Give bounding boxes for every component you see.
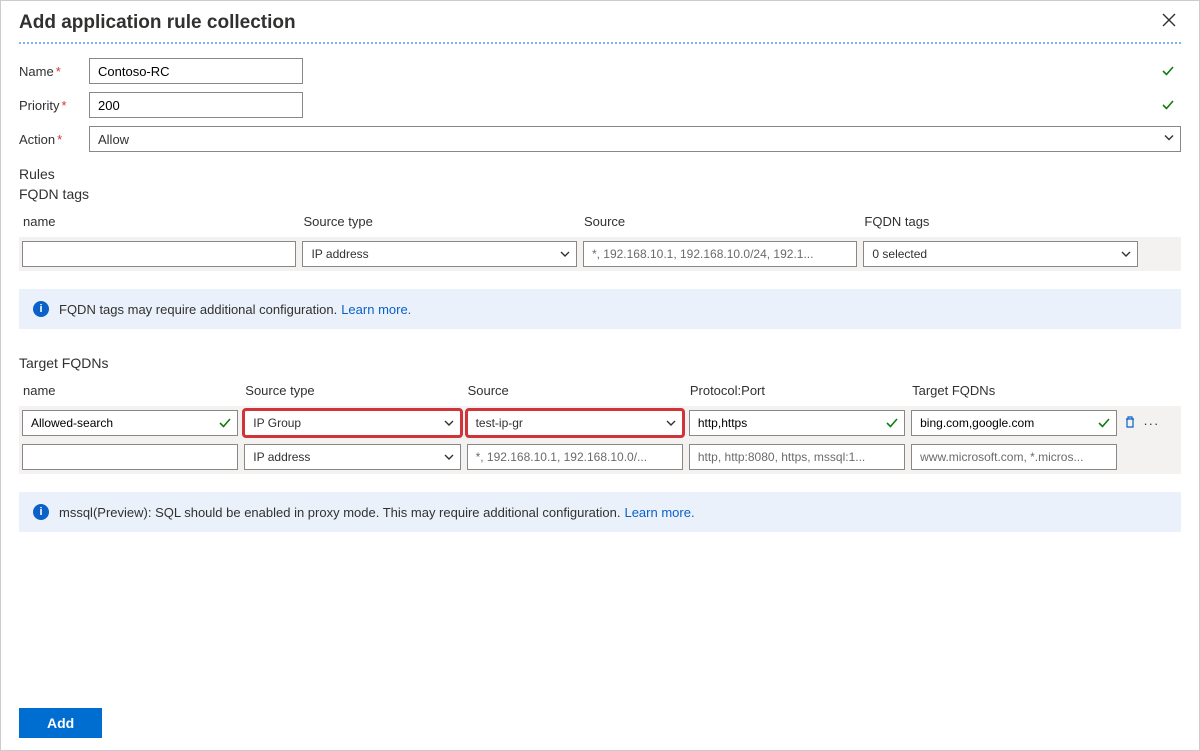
panel-title: Add application rule collection [19, 12, 296, 34]
tf-name-input[interactable] [22, 410, 238, 436]
row-priority: Priority* [19, 92, 1181, 118]
fqdn-tags-new-row: IP address 0 selected [19, 237, 1181, 271]
fqdntags-sourcetype-select[interactable]: IP address [302, 241, 576, 267]
tf-name-input[interactable] [22, 444, 238, 470]
info-mssql: i mssql(Preview): SQL should be enabled … [19, 492, 1181, 532]
tf-sourcetype-select[interactable]: IP Group [244, 410, 460, 436]
target-fqdns-heading: Target FQDNs [19, 355, 1181, 371]
tf-sourcetype-select[interactable]: IP address [244, 444, 460, 470]
tf-proto-input[interactable] [689, 410, 905, 436]
add-button[interactable]: Add [19, 708, 102, 738]
info-fqdn-tags: i FQDN tags may require additional confi… [19, 289, 1181, 329]
close-icon[interactable] [1157, 11, 1181, 34]
info-icon: i [33, 301, 49, 317]
name-input[interactable] [89, 58, 303, 84]
fqdntags-source-input[interactable] [583, 241, 857, 267]
more-icon[interactable]: ··· [1143, 416, 1159, 431]
row-action: Action* Allow [19, 126, 1181, 152]
fqdntags-tags-select[interactable]: 0 selected [863, 241, 1137, 267]
panel-root: Add application rule collection Name* Pr… [0, 0, 1200, 751]
check-icon [1161, 64, 1175, 78]
target-fqdns-row: IP Group test-ip-gr ··· [19, 406, 1181, 440]
label-action: Action* [19, 132, 85, 147]
tf-targetfqdn-input[interactable] [911, 444, 1117, 470]
panel-header: Add application rule collection [19, 1, 1181, 44]
target-fqdns-new-row: IP address [19, 440, 1181, 474]
tf-targetfqdn-input[interactable] [911, 410, 1117, 436]
tf-proto-input[interactable] [689, 444, 905, 470]
learn-more-link[interactable]: Learn more. [341, 302, 411, 317]
fqdn-tags-table: name Source type Source FQDN tags IP add… [19, 208, 1181, 271]
priority-input[interactable] [89, 92, 303, 118]
tf-source-select[interactable]: test-ip-gr [467, 410, 683, 436]
row-name: Name* [19, 58, 1181, 84]
action-select[interactable]: Allow [89, 126, 1181, 152]
rules-heading: Rules [19, 166, 1181, 182]
fqdn-tags-heading: FQDN tags [19, 186, 1181, 202]
tf-source-input[interactable] [467, 444, 683, 470]
target-fqdns-table: name Source type Source Protocol:Port Ta… [19, 377, 1181, 474]
info-icon: i [33, 504, 49, 520]
delete-icon[interactable] [1123, 415, 1137, 432]
learn-more-link[interactable]: Learn more. [624, 505, 694, 520]
label-name: Name* [19, 64, 85, 79]
label-priority: Priority* [19, 98, 85, 113]
table-header: name Source type Source FQDN tags [19, 208, 1181, 237]
fqdntags-name-input[interactable] [22, 241, 296, 267]
check-icon [1161, 98, 1175, 112]
table-header: name Source type Source Protocol:Port Ta… [19, 377, 1181, 406]
